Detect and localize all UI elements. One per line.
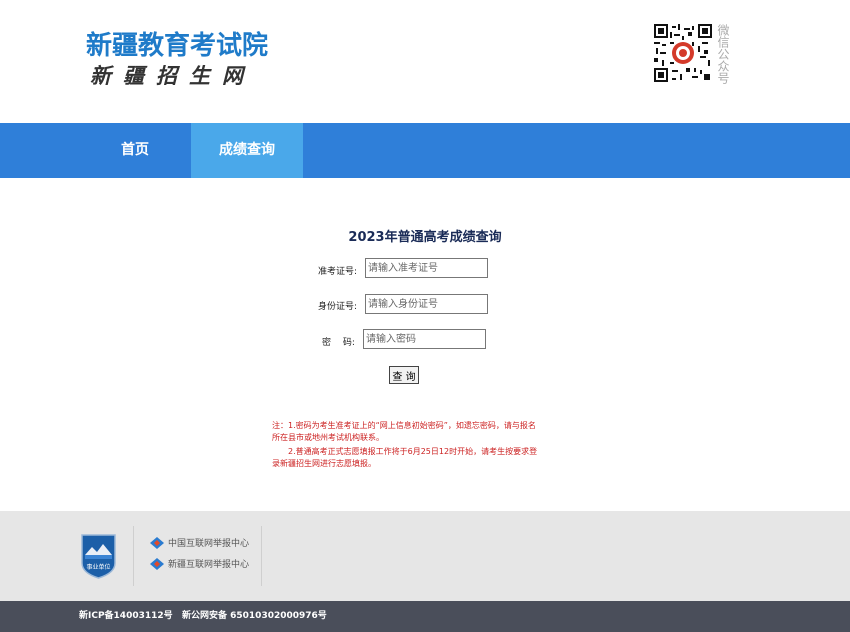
report-xinjiang-label: 新疆互联网举报中心 (168, 560, 250, 570)
form-title: 2023年普通高考成绩查询 (348, 230, 502, 245)
id-no-input[interactable] (365, 294, 488, 314)
note-line-1: 注：1.密码为考生准考证上的“网上信息初始密码”，如遗忘密码，请与报名所在县市或… (272, 421, 536, 442)
footer-divider (133, 526, 134, 586)
report-center-icon (150, 536, 164, 549)
report-center-icon (150, 557, 164, 570)
exam-no-label: 准考证号: (318, 267, 358, 277)
footer-divider (261, 526, 262, 586)
logo-subtitle[interactable]: 新疆招生网 (90, 62, 255, 90)
id-no-label: 身份证号: (318, 302, 358, 312)
site-header: 新疆教育考试院 新疆招生网 微信公众号 (0, 0, 850, 123)
report-link-xinjiang[interactable]: 新疆互联网举报中心 (150, 557, 249, 570)
nav-score-query[interactable]: 成绩查询 (191, 123, 303, 178)
gongan-link[interactable]: 新公网安备 65010302000976号 (182, 601, 327, 632)
note-line-2: 2.普通高考正式志愿填报工作将于6月25日12时开始，请考生按要求登录新疆招生网… (272, 447, 538, 468)
footer (0, 511, 850, 601)
nav-home[interactable]: 首页 (80, 123, 190, 178)
qr-code-icon (654, 24, 712, 82)
qr-caption: 微信公众号 (716, 24, 730, 84)
main-nav: 首页 成绩查询 (0, 123, 850, 178)
bottom-bar: 新ICP备14003112号 新公网安备 65010302000976号 (0, 601, 850, 632)
public-institution-badge-icon[interactable]: 事业单位 (80, 533, 117, 579)
logo-title[interactable]: 新疆教育考试院 (86, 30, 268, 62)
exam-no-input[interactable] (365, 258, 488, 278)
badge-text: 事业单位 (86, 563, 110, 571)
icp-link[interactable]: 新ICP备14003112号 (79, 601, 173, 632)
password-input[interactable] (363, 329, 486, 349)
report-china-label: 中国互联网举报中心 (168, 539, 250, 549)
query-button[interactable]: 查 询 (389, 366, 419, 384)
report-link-china[interactable]: 中国互联网举报中心 (150, 536, 249, 549)
password-label: 密 码: (322, 338, 355, 348)
